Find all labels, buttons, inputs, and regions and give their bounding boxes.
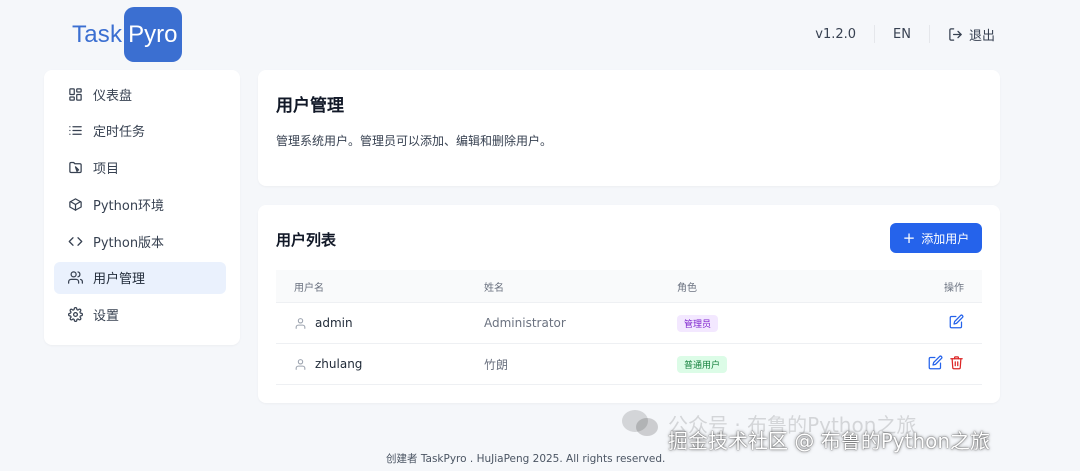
user-table: 用户名 姓名 角色 操作 admin Administrator 管理员 zhu…: [276, 270, 982, 385]
user-icon: [294, 317, 307, 330]
dashboard-icon: [67, 86, 83, 102]
sidebar-item-scheduled-tasks[interactable]: 定时任务: [54, 115, 226, 147]
column-header-actions: 操作: [907, 270, 982, 303]
logout-icon: [948, 27, 963, 42]
logout-button[interactable]: 退出: [948, 25, 995, 44]
column-header-name: 姓名: [484, 270, 677, 303]
footer-copyright: 创建者 TaskPyro . HuJiaPeng 2025. All right…: [386, 453, 666, 465]
sidebar-item-user-management[interactable]: 用户管理: [54, 261, 226, 294]
name-cell: 竹朗: [484, 343, 677, 385]
wechat-icon: [620, 408, 660, 438]
cube-icon: [67, 196, 83, 212]
column-header-username: 用户名: [276, 270, 484, 303]
page-description: 管理系统用户。管理员可以添加、编辑和删除用户。: [276, 134, 553, 148]
user-list-card: 用户列表 + 添加用户 用户名 姓名 角色 操作 admin Administr…: [258, 205, 1000, 403]
sidebar-item-label: 设置: [93, 309, 120, 325]
code-icon: [67, 233, 83, 249]
edit-icon[interactable]: [949, 314, 964, 329]
username-text: admin: [315, 316, 353, 330]
role-badge: 管理员: [677, 314, 719, 332]
sidebar-item-label: Python环境: [93, 198, 165, 214]
sidebar-item-python-env[interactable]: Python环境: [54, 188, 226, 220]
gear-icon: [67, 307, 83, 323]
add-user-label: 添加用户: [921, 231, 970, 246]
row-actions: [949, 314, 964, 329]
top-bar: v1.2.0 EN 退出: [815, 22, 995, 46]
language-toggle[interactable]: EN: [893, 27, 911, 42]
logout-label: 退出: [968, 28, 995, 44]
table-header-row: 用户名 姓名 角色 操作: [276, 270, 982, 303]
sidebar-item-dashboard[interactable]: 仪表盘: [54, 78, 226, 110]
username-cell: admin: [294, 316, 484, 330]
role-badge: 普通用户: [677, 355, 728, 373]
delete-icon[interactable]: [949, 355, 964, 370]
sidebar: 仪表盘 定时任务 项目 Python环境 Python版本 用户管理 设置: [44, 70, 240, 345]
users-icon: [67, 270, 83, 286]
sidebar-item-label: 定时任务: [93, 125, 146, 141]
sidebar-item-label: Python版本: [93, 235, 165, 251]
table-row: zhulang 竹朗 普通用户: [276, 343, 982, 385]
user-list-title: 用户列表: [276, 231, 337, 249]
row-actions: [928, 355, 964, 370]
sidebar-item-projects[interactable]: 项目: [54, 152, 226, 184]
sidebar-item-label: 仪表盘: [93, 88, 133, 104]
sidebar-item-label: 用户管理: [93, 272, 146, 288]
page-title: 用户管理: [276, 96, 344, 116]
sidebar-item-label: 项目: [93, 162, 120, 178]
sidebar-item-settings[interactable]: 设置: [54, 299, 226, 331]
app-logo: Task Pyro: [72, 7, 182, 62]
logo-text-task: Task: [72, 20, 123, 48]
divider: [928, 25, 930, 43]
folder-icon: [67, 160, 83, 176]
divider: [874, 25, 876, 43]
sidebar-item-python-version[interactable]: Python版本: [54, 225, 226, 257]
edit-icon[interactable]: [928, 355, 943, 370]
page-header-card: 用户管理 管理系统用户。管理员可以添加、编辑和删除用户。: [258, 70, 1000, 186]
table-row: admin Administrator 管理员: [276, 302, 982, 344]
username-cell: zhulang: [294, 357, 484, 371]
add-user-button[interactable]: + 添加用户: [890, 223, 982, 253]
list-icon: [67, 123, 83, 139]
plus-icon: +: [902, 228, 916, 247]
version-label: v1.2.0: [815, 26, 857, 42]
watermark-juejin: 掘金技术社区 @ 布鲁的Python之旅: [668, 429, 991, 453]
name-cell: Administrator: [484, 302, 677, 344]
column-header-role: 角色: [677, 270, 907, 303]
logo-text-pyro: Pyro: [124, 7, 182, 62]
user-icon: [294, 358, 307, 371]
username-text: zhulang: [315, 357, 363, 371]
